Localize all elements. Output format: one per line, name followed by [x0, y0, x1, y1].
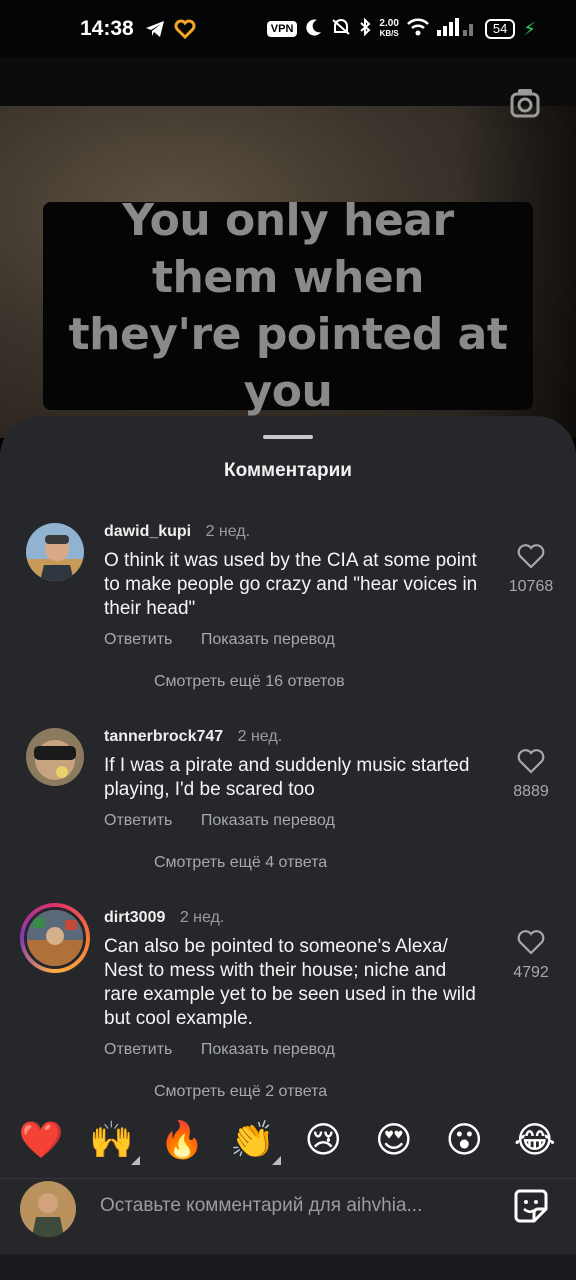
comment-input-bar: Оставьте комментарий для aihvhia...	[0, 1178, 576, 1254]
sticker-icon[interactable]	[512, 1187, 550, 1225]
like-button[interactable]: 8889	[502, 748, 560, 801]
status-bar: 14:38 VPN 2.00 KB/S 54 ⚡	[0, 0, 576, 58]
avatar[interactable]	[26, 728, 84, 786]
comment-input[interactable]: Оставьте комментарий для aihvhia...	[100, 1195, 422, 1217]
comment-text: O think it was used by the CIA at some p…	[104, 550, 478, 619]
emoji-reaction-bar: ❤️ 🙌 🔥 👏 😢 😍 😮 😂	[0, 1102, 576, 1178]
heart-icon	[517, 544, 545, 569]
skin-tone-indicator	[130, 1156, 140, 1165]
video-player[interactable]: You only hear them when they're pointed …	[0, 58, 576, 438]
network-speed: 2.00 KB/S	[379, 18, 399, 39]
telegram-icon	[144, 17, 166, 41]
comment-actions: Ответить Показать перевод	[104, 631, 359, 649]
mute-icon	[331, 18, 351, 41]
heart-icon	[517, 749, 545, 774]
like-button[interactable]: 10768	[502, 543, 560, 596]
comment-header: dawid_kupi 2 нед.	[104, 523, 250, 541]
comment-time: 2 нед.	[205, 523, 251, 540]
reply-button[interactable]: Ответить	[104, 1041, 172, 1058]
vpn-badge: VPN	[266, 21, 298, 37]
caption-text: You only hear them when they're pointed …	[68, 195, 508, 417]
system-navigation-bar	[0, 1254, 576, 1280]
comment-time: 2 нед.	[237, 728, 283, 745]
comment-actions: Ответить Показать перевод	[104, 812, 359, 830]
comment-username[interactable]: dirt3009	[104, 909, 165, 926]
tears-of-joy-emoji[interactable]: 😂	[505, 1119, 565, 1161]
clapping-hands-emoji[interactable]: 👏	[223, 1119, 283, 1165]
view-more-replies-button[interactable]: Смотреть ещё 16 ответов	[154, 673, 345, 691]
like-count: 4792	[513, 964, 549, 981]
avatar-with-story-ring[interactable]	[20, 903, 90, 973]
comment-actions: Ответить Показать перевод	[104, 1041, 359, 1059]
show-translation-button[interactable]: Показать перевод	[201, 631, 335, 648]
comment-username[interactable]: dawid_kupi	[104, 523, 191, 540]
wifi-icon	[406, 18, 429, 41]
heart-eyes-emoji[interactable]: 😍	[364, 1119, 424, 1161]
reply-button[interactable]: Ответить	[104, 631, 172, 648]
view-more-replies-button[interactable]: Смотреть ещё 4 ответа	[154, 854, 327, 872]
bluetooth-icon	[359, 17, 371, 41]
crying-face-emoji[interactable]: 😢	[293, 1119, 353, 1161]
fire-emoji[interactable]: 🔥	[152, 1119, 212, 1161]
app-notification-icon	[174, 17, 196, 41]
moon-icon	[305, 18, 323, 41]
show-translation-button[interactable]: Показать перевод	[201, 812, 335, 829]
comment-header: dirt3009 2 нед.	[104, 909, 224, 927]
comment-header: tannerbrock747 2 нед.	[104, 728, 282, 746]
view-more-replies-button[interactable]: Смотреть ещё 2 ответа	[154, 1083, 327, 1101]
clock: 14:38	[80, 17, 134, 40]
sheet-title: Комментарии	[224, 460, 352, 481]
show-translation-button[interactable]: Показать перевод	[201, 1041, 335, 1058]
reply-button[interactable]: Ответить	[104, 812, 172, 829]
avatar[interactable]	[26, 523, 84, 581]
drag-handle[interactable]	[263, 435, 313, 439]
my-avatar	[20, 1181, 76, 1237]
video-caption: You only hear them when they're pointed …	[43, 195, 533, 417]
comment-text: If I was a pirate and suddenly music sta…	[104, 755, 470, 800]
signal-icon	[436, 17, 477, 41]
comment-text: Can also be pointed to someone's Alexa/ …	[104, 936, 476, 1029]
red-heart-emoji[interactable]: ❤️	[11, 1119, 71, 1161]
charging-icon: ⚡	[523, 18, 536, 39]
comment-username[interactable]: tannerbrock747	[104, 728, 223, 745]
heart-icon	[517, 930, 545, 955]
like-count: 10768	[508, 578, 554, 595]
like-button[interactable]: 4792	[502, 929, 560, 982]
battery-indicator: 54	[484, 19, 516, 39]
like-count: 8889	[513, 783, 549, 800]
raising-hands-emoji[interactable]: 🙌	[82, 1119, 142, 1165]
skin-tone-indicator	[271, 1156, 281, 1165]
comment-time: 2 нед.	[179, 909, 225, 926]
surprised-face-emoji[interactable]: 😮	[434, 1119, 494, 1161]
camera-icon[interactable]	[506, 84, 544, 122]
